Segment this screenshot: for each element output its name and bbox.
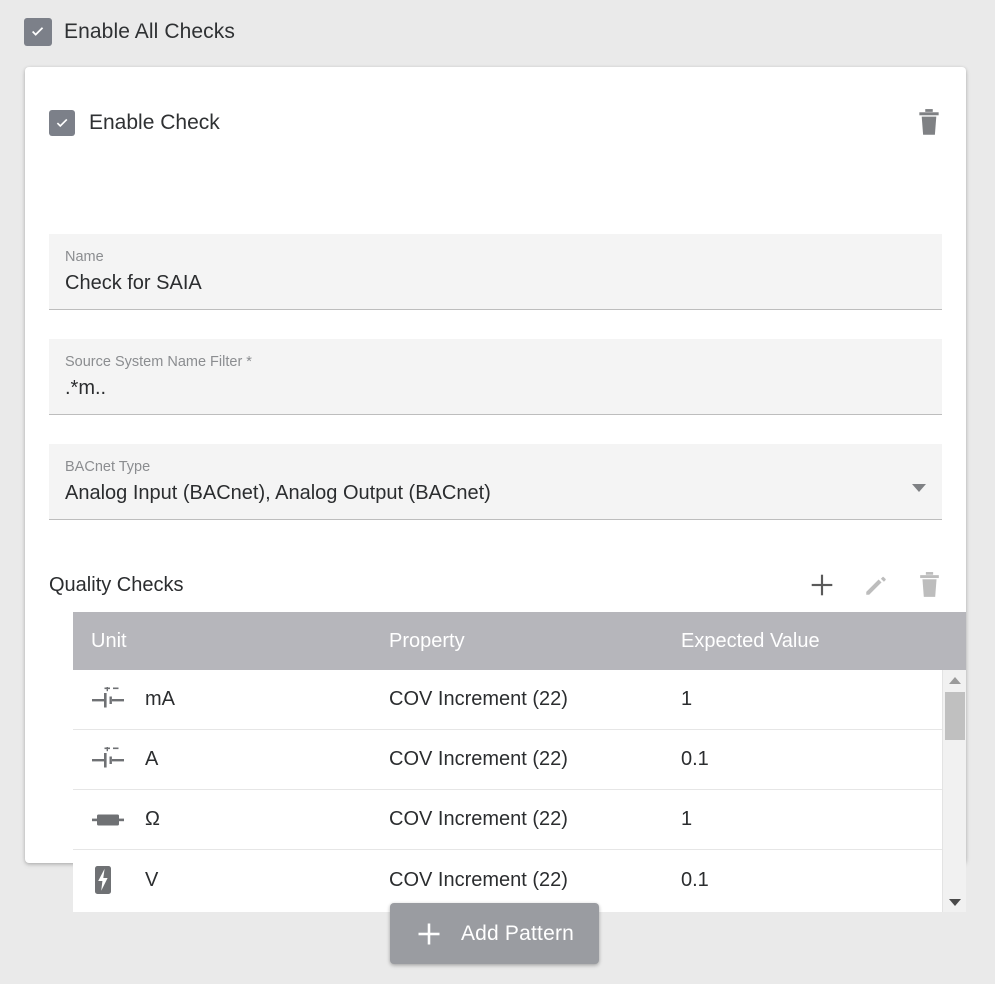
cell-expected-value: 0.1 — [681, 868, 709, 891]
bacnet-type-value: Analog Input (BACnet), Analog Output (BA… — [65, 482, 491, 504]
enable-check-checkbox[interactable] — [49, 110, 75, 136]
edit-quality-check-button[interactable] — [863, 572, 889, 598]
enable-check-label: Enable Check — [89, 111, 220, 134]
battery-cell-icon — [91, 746, 137, 773]
source-system-name-filter-label: Source System Name Filter * — [65, 354, 252, 370]
table-body: mA COV Increment (22) 1 A COV Increment … — [73, 670, 966, 912]
scroll-up-arrow-icon[interactable] — [943, 670, 967, 690]
cell-unit: V — [91, 864, 389, 896]
add-pattern-button[interactable]: Add Pattern — [390, 903, 599, 964]
name-field-value[interactable]: Check for SAIA — [65, 268, 926, 298]
column-header-unit: Unit — [91, 629, 127, 652]
scroll-down-arrow-icon[interactable] — [943, 892, 967, 912]
column-header-property: Property — [389, 629, 465, 652]
triangle-up — [949, 676, 961, 684]
unit-label: mA — [145, 688, 175, 710]
plus-icon — [811, 574, 833, 596]
table-row[interactable]: Ω COV Increment (22) 1 — [73, 790, 966, 850]
card-header: Enable Check — [49, 105, 942, 141]
bacnet-type-label: BACnet Type — [65, 459, 151, 475]
cell-property: COV Increment (22) — [389, 808, 568, 830]
cell-property: COV Increment (22) — [389, 748, 568, 770]
resistor-icon — [91, 807, 137, 833]
table-row[interactable]: A COV Increment (22) 0.1 — [73, 730, 966, 790]
page-root: Enable All Checks Enable Check Name Chec… — [0, 0, 995, 984]
triangle-down — [949, 898, 961, 906]
quality-checks-actions — [809, 571, 942, 600]
delete-pattern-button[interactable] — [916, 108, 942, 138]
cell-property: COV Increment (22) — [389, 868, 568, 891]
check-icon — [32, 27, 44, 36]
add-pattern-label: Add Pattern — [460, 921, 575, 945]
scrollbar-thumb[interactable] — [945, 692, 965, 740]
check-icon — [56, 118, 67, 127]
battery-bolt-icon — [91, 864, 137, 896]
chevron-down-icon[interactable] — [912, 484, 926, 492]
enable-all-checks-row[interactable]: Enable All Checks — [24, 18, 235, 46]
table-scrollbar[interactable] — [942, 670, 966, 912]
cell-property: COV Increment (22) — [389, 688, 568, 710]
check-pattern-card: Enable Check Name Check for SAIA Source … — [25, 67, 966, 912]
name-field[interactable]: Name Check for SAIA — [49, 234, 942, 310]
enable-all-checks-label: Enable All Checks — [64, 20, 235, 43]
cell-unit: A — [91, 746, 389, 773]
battery-cell-icon — [91, 686, 137, 713]
column-header-expected-value: Expected Value — [681, 629, 820, 652]
cell-expected-value: 1 — [681, 688, 693, 710]
trash-icon — [920, 571, 939, 597]
cell-unit: Ω — [91, 807, 389, 833]
plus-icon — [418, 923, 440, 944]
unit-label: V — [145, 868, 159, 891]
source-system-name-filter-field[interactable]: Source System Name Filter * .*m.. — [49, 339, 942, 415]
quality-checks-header: Quality Checks — [49, 565, 942, 605]
enable-all-checks-checkbox[interactable] — [24, 18, 52, 46]
quality-checks-title: Quality Checks — [49, 573, 184, 596]
pencil-icon — [866, 576, 886, 595]
unit-label: A — [145, 748, 159, 770]
table-row[interactable]: mA COV Increment (22) 1 — [73, 670, 966, 730]
cell-expected-value: 1 — [681, 808, 693, 830]
add-quality-check-button[interactable] — [809, 572, 835, 598]
quality-checks-table: Unit Property Expected Value mA COV Incr… — [73, 612, 966, 912]
delete-quality-check-button[interactable] — [917, 571, 942, 600]
unit-label: Ω — [145, 808, 160, 830]
source-system-name-filter-value[interactable]: .*m.. — [65, 373, 926, 403]
name-field-label: Name — [65, 249, 104, 265]
cell-expected-value: 0.1 — [681, 748, 709, 770]
cell-unit: mA — [91, 686, 389, 713]
bacnet-type-select[interactable]: BACnet Type Analog Input (BACnet), Analo… — [49, 444, 942, 520]
table-row[interactable]: V COV Increment (22) 0.1 — [73, 850, 966, 910]
table-header-row: Unit Property Expected Value — [73, 612, 966, 670]
trash-icon — [919, 109, 939, 135]
